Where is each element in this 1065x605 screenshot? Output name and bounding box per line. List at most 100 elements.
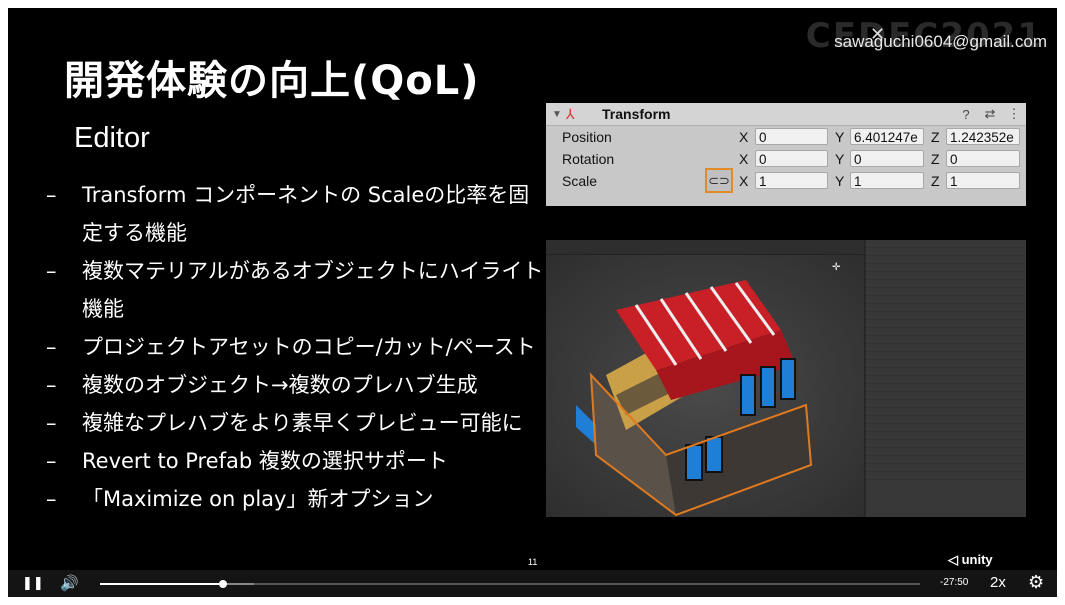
bullet-text: 「Maximize on play」新オプション bbox=[82, 487, 434, 511]
slide-title: 開発体験の向上(QoL) bbox=[64, 58, 480, 104]
list-item: – Transform コンポーネントの Scaleの比率を固定する機能 bbox=[46, 176, 546, 252]
bullet-dash: – bbox=[46, 183, 57, 207]
inspector-row bbox=[866, 376, 1026, 384]
unity-logo-text: unity bbox=[961, 552, 993, 567]
z-axis-label: Z bbox=[931, 173, 940, 189]
help-icon[interactable]: ? bbox=[954, 107, 978, 122]
transform-header[interactable]: ▼ ⅄ Transform ? ⇄ ⋮ bbox=[546, 103, 1026, 126]
scale-y-field[interactable]: 1 bbox=[850, 172, 924, 189]
list-item: – プロジェクトアセットのコピー/カット/ペースト bbox=[46, 328, 546, 366]
volume-icon[interactable]: 🔊 bbox=[60, 574, 79, 592]
inspector-row bbox=[866, 320, 1026, 328]
inspector-row bbox=[866, 464, 1026, 472]
bullet-text: 複数マテリアルがあるオブジェクトにハイライト機能 bbox=[82, 259, 544, 321]
inspector-row bbox=[866, 272, 1026, 280]
pause-icon[interactable]: ❚❚ bbox=[22, 576, 44, 591]
inspector-row bbox=[866, 304, 1026, 312]
inspector-row bbox=[866, 344, 1026, 352]
inspector-row bbox=[866, 400, 1026, 408]
scene-view: ✛ bbox=[546, 240, 864, 517]
list-item: – 複数のオブジェクト→複数のプレハブ生成 bbox=[46, 366, 546, 404]
x-axis-label: X bbox=[739, 151, 749, 167]
playback-speed-button[interactable]: 2x bbox=[990, 574, 1006, 591]
inspector-row bbox=[866, 456, 1026, 464]
transform-axes-icon: ⅄ bbox=[566, 105, 575, 122]
x-axis-label: X bbox=[739, 173, 749, 189]
gear-icon[interactable]: ⚙ bbox=[1028, 572, 1044, 593]
rotation-row: Rotation X 0 Y 0 Z 0 bbox=[546, 148, 1026, 170]
inspector-row bbox=[866, 328, 1026, 336]
z-axis-label: Z bbox=[931, 129, 940, 145]
slide-subtitle: Editor bbox=[74, 122, 150, 154]
inspector-row bbox=[866, 448, 1026, 456]
progress-fill bbox=[100, 583, 223, 585]
position-row: Position X 0 Y 6.401247e Z 1.242352e bbox=[546, 126, 1026, 148]
inspector-row bbox=[866, 432, 1026, 440]
unity-logo: ◁ unity bbox=[948, 552, 993, 567]
y-axis-label: Y bbox=[835, 129, 845, 145]
scale-x-field[interactable]: 1 bbox=[755, 172, 828, 189]
scale-link-button[interactable]: ⊂⊃ bbox=[705, 168, 733, 193]
bullet-text: 複雑なプレハブをより素早くプレビュー可能に bbox=[82, 411, 523, 435]
page-number: 11 bbox=[528, 557, 538, 567]
inspector-row bbox=[866, 264, 1026, 272]
inspector-row bbox=[866, 352, 1026, 360]
email-watermark: sawaguchi0604@gmail.com bbox=[834, 32, 1047, 51]
inspector-row bbox=[866, 256, 1026, 264]
position-label: Position bbox=[562, 129, 612, 145]
rotation-z-field[interactable]: 0 bbox=[946, 150, 1020, 167]
inspector-row bbox=[866, 248, 1026, 256]
inspector-row bbox=[866, 288, 1026, 296]
list-item: – 複雑なプレハブをより素早くプレビュー可能に bbox=[46, 404, 546, 442]
bullet-dash: – bbox=[46, 449, 57, 473]
list-item: – Revert to Prefab 複数の選択サポート bbox=[46, 442, 546, 480]
progress-track[interactable] bbox=[100, 580, 920, 588]
rotation-y-field[interactable]: 0 bbox=[850, 150, 924, 167]
inspector-row bbox=[866, 360, 1026, 368]
video-frame[interactable]: CEDEC2021 ✕ sawaguchi0604@gmail.com 開発体験… bbox=[8, 8, 1057, 570]
time-remaining: -27:50 bbox=[940, 577, 969, 588]
inspector-row bbox=[866, 240, 1026, 248]
rotation-x-field[interactable]: 0 bbox=[755, 150, 828, 167]
progress-thumb[interactable] bbox=[219, 580, 227, 588]
bullet-dash: – bbox=[46, 487, 57, 511]
transform-title: Transform bbox=[602, 106, 671, 122]
inspector-row bbox=[866, 416, 1026, 424]
inspector-panel bbox=[866, 240, 1026, 517]
position-x-field[interactable]: 0 bbox=[755, 128, 828, 145]
inspector-row bbox=[866, 336, 1026, 344]
position-y-field[interactable]: 6.401247e bbox=[850, 128, 924, 145]
bullet-dash: – bbox=[46, 411, 57, 435]
bullet-text: Revert to Prefab 複数の選択サポート bbox=[82, 449, 448, 473]
inspector-row bbox=[866, 296, 1026, 304]
bullet-text: 複数のオブジェクト→複数のプレハブ生成 bbox=[82, 373, 478, 397]
bullet-dash: – bbox=[46, 373, 57, 397]
inspector-row bbox=[866, 312, 1026, 320]
y-axis-label: Y bbox=[835, 173, 845, 189]
inspector-row bbox=[866, 384, 1026, 392]
editor-screenshot: ✛ bbox=[546, 240, 1026, 517]
link-icon: ⊂⊃ bbox=[708, 172, 730, 188]
inspector-row bbox=[866, 472, 1026, 480]
rotation-label: Rotation bbox=[562, 151, 615, 167]
list-item: – 「Maximize on play」新オプション bbox=[46, 480, 546, 518]
inspector-row bbox=[866, 280, 1026, 288]
preset-icon[interactable]: ⇄ bbox=[978, 106, 1002, 122]
scene-gizmo-icon[interactable]: ✛ bbox=[832, 262, 840, 273]
inspector-row bbox=[866, 440, 1026, 448]
inspector-row bbox=[866, 424, 1026, 432]
scale-z-field[interactable]: 1 bbox=[946, 172, 1020, 189]
more-icon[interactable]: ⋮ bbox=[1002, 106, 1026, 122]
z-axis-label: Z bbox=[931, 151, 940, 167]
y-axis-label: Y bbox=[835, 151, 845, 167]
position-z-field[interactable]: 1.242352e bbox=[946, 128, 1020, 145]
x-axis-label: X bbox=[739, 129, 749, 145]
bullet-dash: – bbox=[46, 335, 57, 359]
scale-row: Scale ⊂⊃ X 1 Y 1 Z 1 bbox=[546, 168, 1026, 193]
caret-down-icon[interactable]: ▼ bbox=[552, 109, 566, 120]
scale-label: Scale bbox=[562, 173, 598, 189]
bullet-list: – Transform コンポーネントの Scaleの比率を固定する機能 – 複数マ… bbox=[46, 176, 546, 518]
scene-toolbar bbox=[546, 240, 864, 255]
building-model-image bbox=[546, 255, 864, 517]
inspector-row bbox=[866, 368, 1026, 376]
